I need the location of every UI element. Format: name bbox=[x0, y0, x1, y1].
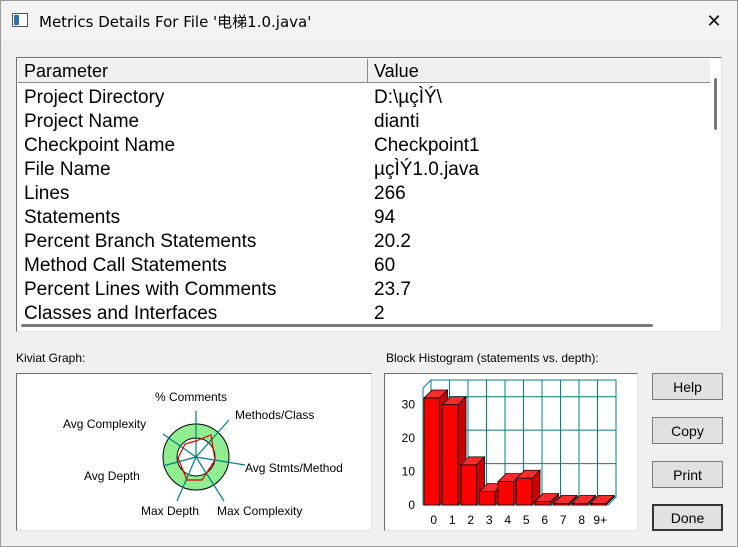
kiviat-graph-panel: % Comments Methods/Class Avg Stmts/Metho… bbox=[16, 373, 372, 531]
done-button[interactable]: Done bbox=[652, 504, 723, 531]
value-cell: Checkpoint1 bbox=[374, 135, 480, 156]
parameter-cell: Project Directory bbox=[24, 87, 165, 108]
kiviat-graph-label: Kiviat Graph: bbox=[16, 351, 86, 365]
table-row[interactable]: Percent Branch Statements 20.2 bbox=[18, 230, 710, 254]
help-button[interactable]: Help bbox=[652, 373, 723, 400]
histogram-x-tick-label: 4 bbox=[504, 513, 511, 527]
histogram-x-tick-label: 6 bbox=[541, 513, 548, 527]
close-button[interactable]: ✕ bbox=[691, 1, 737, 41]
kiviat-axis-label-methods-class: Methods/Class bbox=[235, 408, 314, 422]
value-cell: 94 bbox=[374, 207, 396, 228]
metrics-details-window: Metrics Details For File '电梯1.0.java' ✕ … bbox=[0, 0, 738, 547]
horizontal-scroll-thumb[interactable] bbox=[21, 324, 653, 327]
block-histogram-label: Block Histogram (statements vs. depth): bbox=[386, 351, 599, 365]
kiviat-axis-label-max-complexity: Max Complexity bbox=[217, 504, 302, 518]
column-header-value[interactable]: Value bbox=[368, 59, 710, 83]
kiviat-axis-label-avg-stmts: Avg Stmts/Method bbox=[245, 461, 343, 475]
block-histogram-panel: 0 10 20 30 0 1 2 3 4 5 6 7 8 9+ bbox=[384, 373, 638, 531]
parameter-cell: Percent Branch Statements bbox=[24, 231, 257, 252]
histogram-y-tick-label: 30 bbox=[402, 398, 416, 412]
histogram-x-tick-label: 5 bbox=[523, 513, 530, 527]
histogram-bar bbox=[460, 464, 477, 506]
value-cell: D:\µçÌÝ\ bbox=[374, 87, 442, 108]
window-title: Metrics Details For File '电梯1.0.java' bbox=[39, 13, 312, 31]
copy-button[interactable]: Copy bbox=[652, 417, 723, 444]
value-cell: 20.2 bbox=[374, 231, 411, 252]
print-button[interactable]: Print bbox=[652, 461, 723, 488]
histogram-x-tick-label: 7 bbox=[560, 513, 567, 527]
histogram-x-tick-label: 2 bbox=[467, 513, 474, 527]
histogram-bar bbox=[423, 397, 440, 506]
histogram-bar bbox=[553, 503, 570, 506]
histogram-x-tick-label: 0 bbox=[430, 513, 437, 527]
table-row[interactable]: Percent Lines with Comments 23.7 bbox=[18, 278, 710, 302]
table-row[interactable]: Method Call Statements 60 bbox=[18, 254, 710, 278]
histogram-bar bbox=[442, 404, 459, 506]
table-row[interactable]: Checkpoint Name Checkpoint1 bbox=[18, 134, 710, 158]
block-histogram-chart: 01020300 1 2 3 4 5 6 7 8 9+ bbox=[402, 379, 617, 527]
histogram-bar bbox=[497, 481, 514, 506]
histogram-x-tick-label: 9+ bbox=[593, 513, 607, 527]
kiviat-axis-label-max-depth: Max Depth bbox=[141, 504, 199, 518]
histogram-bar bbox=[534, 501, 551, 506]
histogram-y-tick-label: 0 bbox=[408, 498, 415, 512]
column-header-parameter[interactable]: Parameter bbox=[18, 59, 368, 83]
table-row[interactable]: File Name µçÌÝ1.0.java bbox=[18, 158, 710, 182]
parameter-cell: Percent Lines with Comments bbox=[24, 279, 277, 300]
value-cell: 60 bbox=[374, 255, 396, 276]
table-row[interactable]: Project Name dianti bbox=[18, 110, 710, 134]
kiviat-axis-label-avg-complexity: Avg Complexity bbox=[63, 417, 146, 431]
metrics-table[interactable]: Parameter Value Project Directory D:\µçÌÝ… bbox=[16, 57, 722, 332]
parameter-cell: Checkpoint Name bbox=[24, 135, 176, 156]
histogram-x-tick-label: 1 bbox=[449, 513, 456, 527]
histogram-bar bbox=[590, 503, 607, 506]
vertical-scroll-thumb[interactable] bbox=[714, 78, 717, 130]
kiviat-axis-label-comments: % Comments bbox=[155, 390, 227, 404]
histogram-x-tick-label: 8 bbox=[578, 513, 585, 527]
kiviat-graph: % Comments Methods/Class Avg Stmts/Metho… bbox=[63, 390, 343, 518]
histogram-bar bbox=[516, 477, 533, 506]
value-cell: µçÌÝ1.0.java bbox=[374, 159, 479, 180]
vertical-scrollbar[interactable] bbox=[709, 58, 721, 318]
title-bar: Metrics Details For File '电梯1.0.java' ✕ bbox=[1, 1, 737, 41]
parameter-cell: Statements bbox=[24, 207, 121, 228]
histogram-y-tick-label: 20 bbox=[402, 431, 416, 445]
parameter-cell: Method Call Statements bbox=[24, 255, 227, 276]
histogram-left-wall-top bbox=[422, 379, 432, 389]
parameter-cell: Lines bbox=[24, 183, 70, 204]
histogram-bar bbox=[479, 491, 496, 506]
table-row[interactable]: Lines 266 bbox=[18, 182, 710, 206]
table-header: Parameter Value bbox=[18, 59, 710, 83]
parameter-cell: File Name bbox=[24, 159, 111, 180]
table-body: Project Directory D:\µçÌÝ\ Project Name dia… bbox=[18, 86, 710, 326]
horizontal-scrollbar[interactable] bbox=[17, 319, 721, 331]
value-cell: dianti bbox=[374, 111, 420, 132]
value-cell: 23.7 bbox=[374, 279, 411, 300]
histogram-bar bbox=[571, 503, 588, 506]
kiviat-axis-label-avg-depth: Avg Depth bbox=[84, 469, 140, 483]
value-cell: 266 bbox=[374, 183, 406, 204]
histogram-y-tick-label: 10 bbox=[402, 465, 416, 479]
table-row[interactable]: Project Directory D:\µçÌÝ\ bbox=[18, 86, 710, 110]
table-row[interactable]: Statements 94 bbox=[18, 206, 710, 230]
app-icon bbox=[12, 13, 28, 27]
histogram-x-tick-label: 3 bbox=[486, 513, 493, 527]
parameter-cell: Project Name bbox=[24, 111, 140, 132]
